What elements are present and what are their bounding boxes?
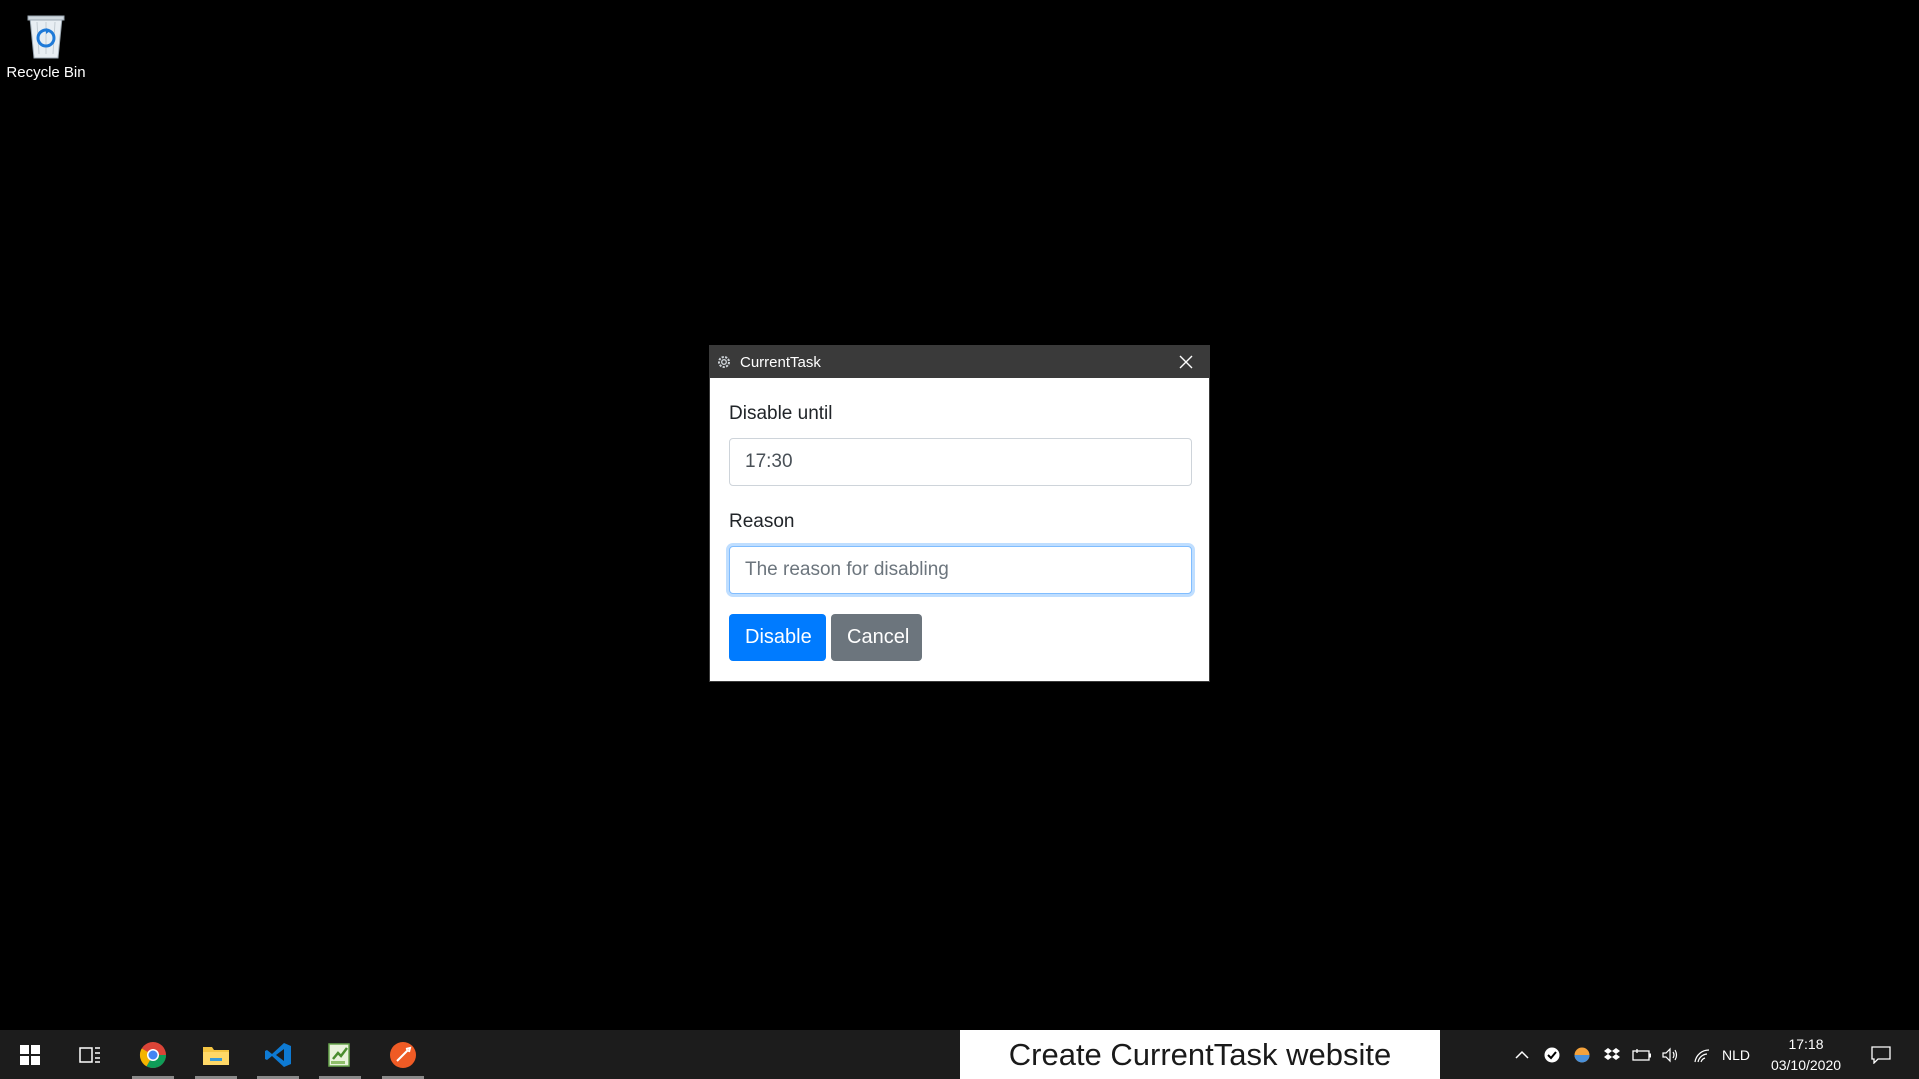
battery-icon <box>1632 1048 1651 1061</box>
speaker-icon <box>1662 1047 1678 1062</box>
tray-battery[interactable] <box>1630 1030 1654 1079</box>
reason-input[interactable] <box>729 546 1192 594</box>
cancel-button[interactable]: Cancel <box>831 614 922 661</box>
chevron-up-icon <box>1515 1050 1529 1059</box>
tray-dropbox[interactable] <box>1600 1030 1624 1079</box>
tray-network[interactable] <box>1690 1030 1714 1079</box>
recycle-bin-icon <box>27 15 65 59</box>
task-view-button[interactable] <box>65 1030 115 1079</box>
vscode-icon <box>265 1042 291 1067</box>
windows-logo-icon <box>20 1044 40 1065</box>
postman-icon <box>390 1041 416 1068</box>
wifi-icon <box>1694 1048 1710 1062</box>
disable-button[interactable]: Disable <box>729 614 826 661</box>
clock-time: 17:18 <box>1788 1036 1824 1052</box>
taskbar-chrome[interactable] <box>128 1030 178 1079</box>
tray-app[interactable] <box>1570 1030 1594 1079</box>
folder-icon <box>203 1046 229 1065</box>
button-row: Disable Cancel <box>729 614 1191 661</box>
task-view-icon <box>79 1046 100 1063</box>
tray-overflow-button[interactable] <box>1510 1030 1534 1079</box>
notification-icon <box>1871 1045 1891 1064</box>
taskbar-postman[interactable] <box>378 1030 428 1079</box>
dialog-title: CurrentTask <box>740 353 821 371</box>
gear-icon <box>718 356 730 368</box>
recycle-bin-label: Recycle Bin <box>6 64 86 81</box>
disable-until-input[interactable] <box>729 438 1192 486</box>
disable-until-label: Disable until <box>729 403 833 424</box>
close-button[interactable] <box>1163 346 1209 378</box>
clock-date: 03/10/2020 <box>1770 1057 1842 1073</box>
clock[interactable]: 17:18 03/10/2020 <box>1764 1034 1848 1076</box>
disable-dialog: CurrentTask Disable until Reason Disable… <box>709 345 1210 682</box>
dialog-body: Disable until Reason Disable Cancel <box>710 378 1209 661</box>
taskbar-file-explorer[interactable] <box>191 1030 241 1079</box>
dropbox-icon <box>1604 1047 1620 1060</box>
chrome-icon <box>139 1041 167 1068</box>
tray-volume[interactable] <box>1658 1030 1682 1079</box>
current-task-banner[interactable]: Create CurrentTask website <box>960 1030 1440 1079</box>
taskbar-notepad-plus-plus[interactable] <box>315 1030 365 1079</box>
language-indicator[interactable]: NLD <box>1722 1030 1750 1079</box>
tray-currenttask[interactable] <box>1540 1030 1564 1079</box>
desktop-icon-recycle-bin[interactable]: Recycle Bin <box>4 8 88 81</box>
dialog-titlebar[interactable]: CurrentTask <box>710 346 1209 378</box>
notepad-plus-plus-icon <box>328 1042 350 1067</box>
reason-label: Reason <box>729 511 795 532</box>
taskbar-vscode[interactable] <box>253 1030 303 1079</box>
start-button[interactable] <box>5 1030 55 1079</box>
taskbar: Create CurrentTask website NLD 17:18 03/… <box>0 1030 1919 1079</box>
colored-circle-icon <box>1574 1047 1590 1062</box>
checkmark-icon <box>1544 1047 1560 1062</box>
action-center-button[interactable] <box>1866 1030 1896 1079</box>
close-icon <box>1179 355 1193 369</box>
